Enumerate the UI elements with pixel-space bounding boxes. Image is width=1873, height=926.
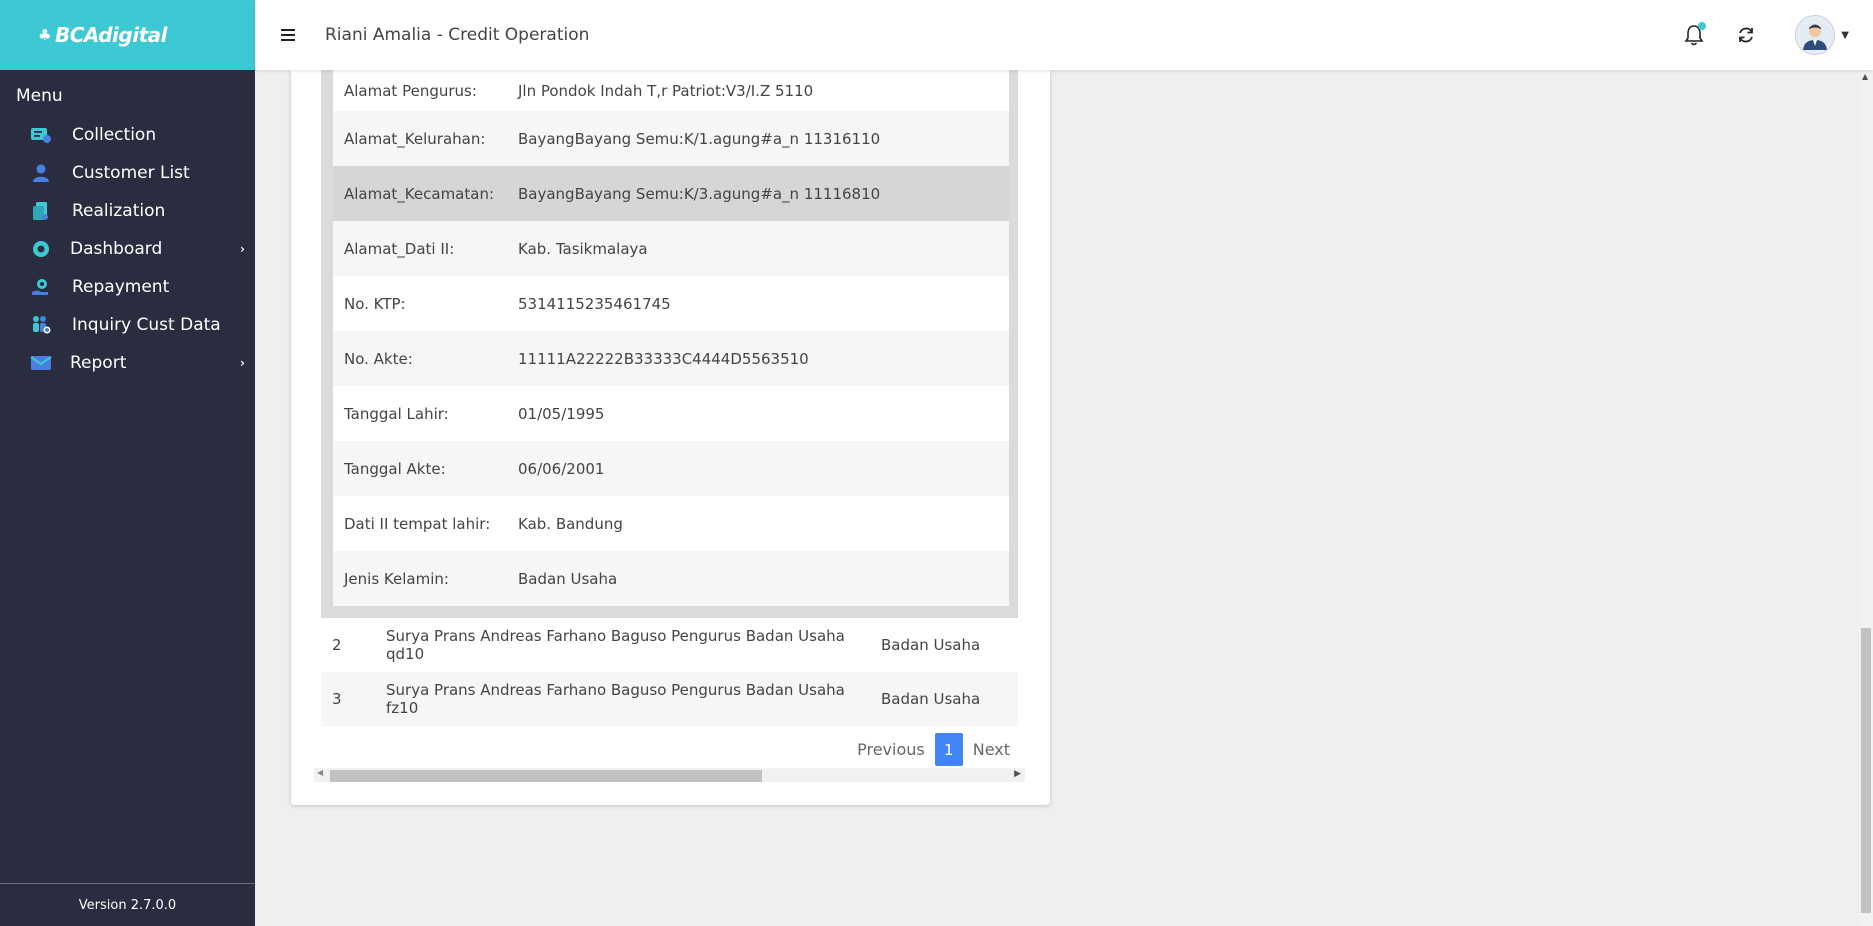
horizontal-scrollbar[interactable]: ◀ ▶ — [314, 768, 1025, 782]
row-name: Surya Prans Andreas Farhano Baguso Pengu… — [386, 627, 845, 663]
detail-value: Kab. Bandung — [518, 514, 623, 533]
avatar — [1795, 15, 1836, 55]
detail-key: Alamat Pengurus: — [344, 81, 477, 100]
detail-key: Alamat_Dati II: — [344, 239, 455, 258]
dashboard-icon — [30, 238, 52, 260]
brand-header: ♣ BCAdigital — [0, 0, 255, 70]
scroll-right-arrow-icon[interactable]: ▶ — [1014, 769, 1021, 779]
row-number: 2 — [332, 636, 342, 654]
sidebar-item-customer-list[interactable]: Customer List — [0, 154, 255, 192]
detail-key: Tanggal Lahir: — [344, 404, 449, 423]
pagination: Previous 1 Next — [857, 733, 1010, 766]
sidebar-item-repayment[interactable]: Repayment — [0, 268, 255, 306]
table-row[interactable]: 2 Surya Prans Andreas Farhano Baguso Pen… — [321, 618, 1018, 672]
detail-key: No. Akte: — [344, 349, 413, 368]
detail-value: Kab. Tasikmalaya — [518, 239, 648, 258]
next-page-button[interactable]: Next — [973, 740, 1010, 759]
hamburger-menu-icon[interactable] — [281, 23, 305, 47]
page-1-button[interactable]: 1 — [934, 733, 963, 766]
mail-icon — [30, 352, 52, 374]
refresh-icon[interactable] — [1733, 22, 1759, 48]
row-type: Badan Usaha — [881, 690, 981, 708]
brand-mark-icon: ♣ — [38, 26, 51, 44]
pengurus-table-body: 2 Surya Prans Andreas Farhano Baguso Pen… — [321, 618, 1018, 726]
sidebar-item-label: Report — [70, 353, 127, 373]
page-title: Riani Amalia - Credit Operation — [325, 25, 590, 45]
sidebar-item-dashboard[interactable]: Dashboard › — [0, 230, 255, 268]
repayment-icon — [30, 276, 52, 298]
brand-logo[interactable]: ♣ BCAdigital — [38, 23, 168, 47]
sidebar-item-realization[interactable]: Realization — [0, 192, 255, 230]
detail-row: Alamat Pengurus: Jln Pondok Indah T,r Pa… — [333, 70, 1009, 111]
detail-value: 5314115235461745 — [518, 294, 671, 313]
sidebar-item-report[interactable]: Report › — [0, 344, 255, 382]
detail-value: 01/05/1995 — [518, 404, 605, 423]
detail-panel: Alamat Pengurus: Jln Pondok Indah T,r Pa… — [321, 70, 1018, 618]
user-icon — [30, 162, 52, 184]
user-menu[interactable]: ▼ — [1795, 15, 1849, 55]
menu-title: Menu — [16, 86, 63, 106]
detail-row: Tanggal Akte: 06/06/2001 — [333, 441, 1009, 496]
document-icon — [30, 200, 52, 222]
detail-key: No. KTP: — [344, 294, 406, 313]
detail-row: No. KTP: 5314115235461745 — [333, 276, 1009, 331]
scroll-up-arrow-icon[interactable]: ▲ — [1862, 72, 1868, 81]
sidebar-item-label: Dashboard — [70, 239, 163, 259]
sidebar: ♣ BCAdigital Menu Collection Customer Li… — [0, 0, 255, 926]
detail-key: Alamat_Kelurahan: — [344, 129, 486, 148]
notification-bell-icon[interactable] — [1681, 22, 1707, 48]
detail-row: Jenis Kelamin: Badan Usaha — [333, 551, 1009, 606]
detail-value: Badan Usaha — [518, 569, 618, 588]
collection-icon — [30, 124, 52, 146]
previous-page-button[interactable]: Previous — [857, 740, 925, 759]
sidebar-item-label: Inquiry Cust Data — [72, 315, 221, 335]
detail-key: Tanggal Akte: — [344, 459, 446, 478]
sidebar-item-label: Collection — [72, 125, 157, 145]
topbar-actions: ▼ — [1681, 0, 1849, 70]
detail-key: Jenis Kelamin: — [344, 569, 449, 588]
sidebar-item-label: Realization — [72, 201, 166, 221]
sidebar-item-label: Customer List — [72, 163, 190, 183]
horizontal-scroll-thumb[interactable] — [330, 770, 762, 782]
detail-row-highlighted: Alamat_Kecamatan: BayangBayang Semu:K/3.… — [333, 166, 1009, 221]
brand-name: BCAdigital — [54, 23, 168, 47]
sidebar-item-label: Repayment — [72, 277, 170, 297]
scroll-left-arrow-icon[interactable]: ◀ — [317, 768, 323, 777]
detail-value: Jln Pondok Indah T,r Patriot:V3/I.Z 5110 — [518, 81, 814, 100]
detail-value: 06/06/2001 — [518, 459, 605, 478]
vertical-scrollbar[interactable]: ▲ — [1859, 70, 1873, 926]
vertical-scroll-thumb[interactable] — [1861, 628, 1871, 913]
detail-key: Dati II tempat lahir: — [344, 514, 491, 533]
users-group-icon — [30, 314, 52, 336]
detail-value: BayangBayang Semu:K/1.agung#a_n 11316110 — [518, 129, 881, 148]
detail-key: Alamat_Kecamatan: — [344, 184, 494, 203]
row-type: Badan Usaha — [881, 636, 981, 654]
topbar: Riani Amalia - Credit Operation ▼ — [255, 0, 1873, 70]
detail-value: 11111A22222B33333C4444D5563510 — [518, 349, 809, 368]
detail-row: Tanggal Lahir: 01/05/1995 — [333, 386, 1009, 441]
detail-row: Alamat_Dati II: Kab. Tasikmalaya — [333, 221, 1009, 276]
customer-detail-card: Alamat Pengurus: Jln Pondok Indah T,r Pa… — [291, 70, 1050, 805]
caret-down-icon: ▼ — [1841, 29, 1849, 41]
detail-row: No. Akte: 11111A22222B33333C4444D5563510 — [333, 331, 1009, 386]
table-row[interactable]: 3 Surya Prans Andreas Farhano Baguso Pen… — [321, 672, 1018, 726]
chevron-right-icon: › — [240, 242, 245, 256]
sidebar-item-collection[interactable]: Collection — [0, 116, 255, 154]
version-label: Version 2.7.0.0 — [0, 883, 255, 926]
chevron-right-icon: › — [240, 356, 245, 370]
detail-row: Alamat_Kelurahan: BayangBayang Semu:K/1.… — [333, 111, 1009, 166]
detail-value: BayangBayang Semu:K/3.agung#a_n 11116810 — [518, 184, 881, 203]
sidebar-item-inquiry-cust-data[interactable]: Inquiry Cust Data — [0, 306, 255, 344]
row-number: 3 — [332, 690, 342, 708]
row-name: Surya Prans Andreas Farhano Baguso Pengu… — [386, 681, 845, 717]
detail-table: Alamat Pengurus: Jln Pondok Indah T,r Pa… — [333, 70, 1009, 606]
detail-row: Dati II tempat lahir: Kab. Bandung — [333, 496, 1009, 551]
